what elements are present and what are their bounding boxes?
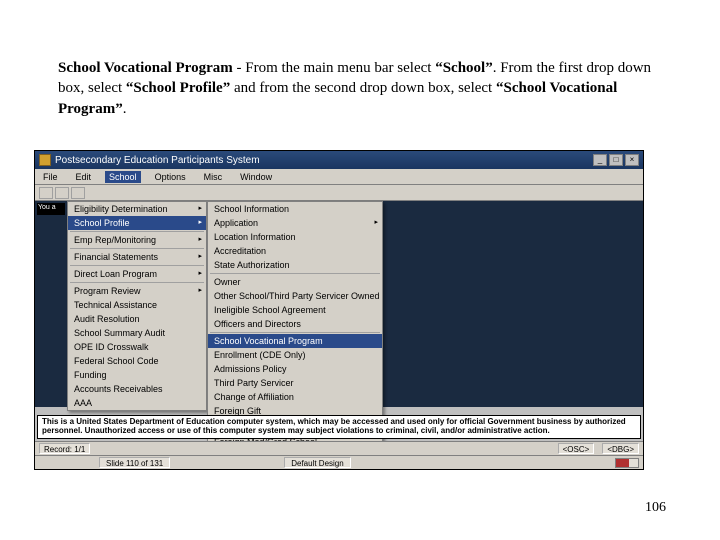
menu-item[interactable]: Location Information <box>208 230 382 244</box>
menu-item[interactable]: Application▸ <box>208 216 382 230</box>
footer-bar: Slide 110 of 131 Default Design <box>35 455 643 469</box>
school-profile-submenu: School InformationApplication▸Location I… <box>207 201 383 450</box>
submenu-arrow-icon: ▸ <box>198 204 202 212</box>
menu-item[interactable]: Officers and Directors <box>208 317 382 331</box>
menu-item[interactable]: Federal School Code <box>68 354 206 368</box>
menu-item[interactable]: Third Party Servicer <box>208 376 382 390</box>
menu-item[interactable]: Admissions Policy <box>208 362 382 376</box>
submenu-arrow-icon: ▸ <box>374 218 378 226</box>
menu-item[interactable]: Funding <box>68 368 206 382</box>
page-number: 106 <box>645 500 666 516</box>
dbg-indicator: <DBG> <box>602 443 639 454</box>
menu-file[interactable]: File <box>39 171 62 183</box>
menu-item[interactable]: Direct Loan Program▸ <box>68 267 206 281</box>
window-controls: _ □ × <box>593 154 639 166</box>
menu-school[interactable]: School <box>105 171 141 183</box>
slide-indicator: Slide 110 of 131 <box>99 457 170 468</box>
toolbar-button[interactable] <box>71 187 85 199</box>
close-button[interactable]: × <box>625 154 639 166</box>
progress-indicator <box>615 458 639 468</box>
school-submenu: Eligibility Determination▸School Profile… <box>67 201 207 411</box>
menu-item[interactable]: Change of Affiliation <box>208 390 382 404</box>
app-window: Postsecondary Education Participants Sys… <box>34 150 644 470</box>
maximize-button[interactable]: □ <box>609 154 623 166</box>
menu-item[interactable]: Emp Rep/Monitoring▸ <box>68 233 206 247</box>
menu-item[interactable]: Accounts Receivables <box>68 382 206 396</box>
menu-item[interactable]: Audit Resolution <box>68 312 206 326</box>
status-bar: Record: 1/1 <OSC> <DBG> <box>35 441 643 455</box>
submenu-arrow-icon: ▸ <box>198 269 202 277</box>
menu-item[interactable]: Eligibility Determination▸ <box>68 202 206 216</box>
toolbar-button[interactable] <box>55 187 69 199</box>
menu-item[interactable]: Program Review▸ <box>68 284 206 298</box>
submenu-arrow-icon: ▸ <box>198 252 202 260</box>
workspace: You a Eligibility Determination▸School P… <box>35 201 643 407</box>
menu-edit[interactable]: Edit <box>72 171 96 183</box>
design-indicator: Default Design <box>284 457 350 468</box>
app-icon <box>39 154 51 166</box>
menu-item[interactable]: AAA <box>68 396 206 410</box>
toolbar <box>35 185 643 201</box>
menu-separator <box>70 265 204 266</box>
menu-separator <box>70 231 204 232</box>
menu-item[interactable]: State Authorization <box>208 258 382 272</box>
menu-item[interactable]: Enrollment (CDE Only) <box>208 348 382 362</box>
menu-item[interactable]: School Information <box>208 202 382 216</box>
menu-misc[interactable]: Misc <box>200 171 227 183</box>
menu-separator <box>70 248 204 249</box>
menu-item[interactable]: School Profile▸ <box>68 216 206 230</box>
menu-item[interactable]: OPE ID Crosswalk <box>68 340 206 354</box>
record-indicator: Record: 1/1 <box>39 443 90 454</box>
menu-item[interactable]: Financial Statements▸ <box>68 250 206 264</box>
submenu-arrow-icon: ▸ <box>198 235 202 243</box>
menu-item[interactable]: Owner <box>208 275 382 289</box>
menu-item[interactable]: Ineligible School Agreement <box>208 303 382 317</box>
menu-separator <box>210 332 380 333</box>
menu-item[interactable]: School Summary Audit <box>68 326 206 340</box>
instruction-text: School Vocational Program - From the mai… <box>58 58 662 119</box>
window-title: Postsecondary Education Participants Sys… <box>55 155 260 166</box>
menu-window[interactable]: Window <box>236 171 276 183</box>
submenu-arrow-icon: ▸ <box>198 218 202 226</box>
title-bar: Postsecondary Education Participants Sys… <box>35 151 643 169</box>
system-notice: This is a United States Department of Ed… <box>37 415 641 439</box>
menu-item[interactable]: Technical Assistance <box>68 298 206 312</box>
menu-separator <box>210 273 380 274</box>
osc-indicator: <OSC> <box>558 443 595 454</box>
menu-item[interactable]: Other School/Third Party Servicer Owned <box>208 289 382 303</box>
submenu-arrow-icon: ▸ <box>198 286 202 294</box>
menu-options[interactable]: Options <box>151 171 190 183</box>
you-are-label: You a <box>37 203 65 215</box>
menu-item[interactable]: School Vocational Program <box>208 334 382 348</box>
menu-item[interactable]: Accreditation <box>208 244 382 258</box>
toolbar-button[interactable] <box>39 187 53 199</box>
minimize-button[interactable]: _ <box>593 154 607 166</box>
menu-bar: File Edit School Options Misc Window <box>35 169 643 185</box>
menu-separator <box>70 282 204 283</box>
